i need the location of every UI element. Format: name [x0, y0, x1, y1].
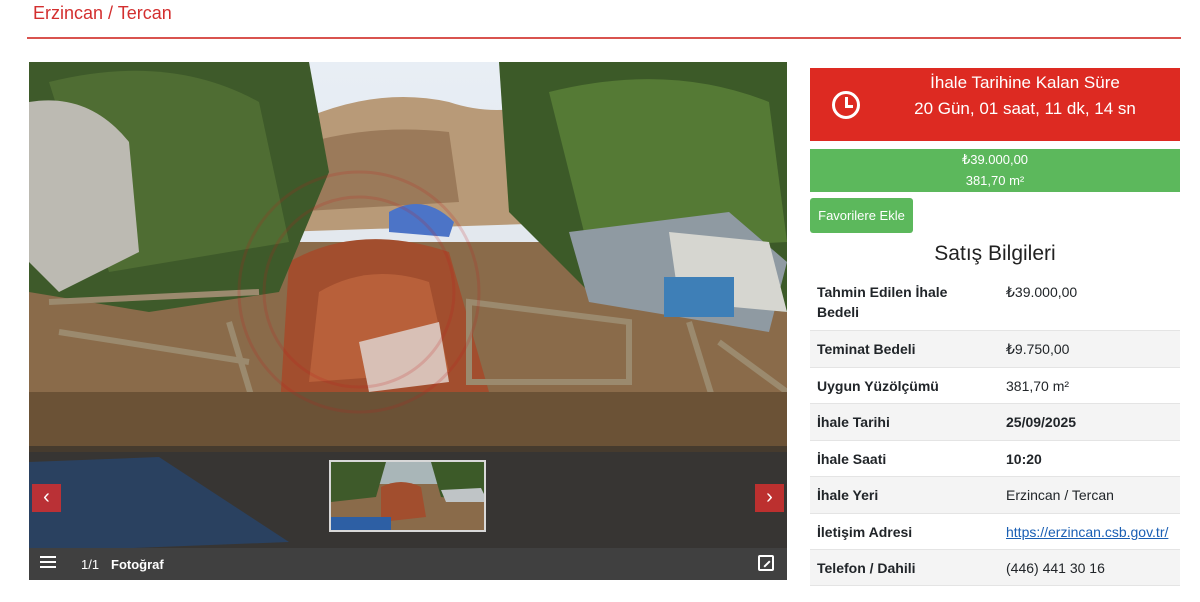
row-value: ₺39.000,00: [1006, 284, 1078, 300]
table-row: İhale Tarihi 25/09/2025: [810, 404, 1180, 441]
table-row: İletişim Adresi https://erzincan.csb.gov…: [810, 514, 1180, 550]
row-value: Erzincan / Tercan: [1006, 487, 1114, 503]
row-value: 10:20: [1006, 451, 1042, 467]
table-row: İhale Yeri Erzincan / Tercan: [810, 477, 1180, 514]
countdown-time: 20 Gün, 01 saat, 11 dk, 14 sn: [914, 99, 1136, 118]
row-value: 25/09/2025: [1006, 414, 1077, 430]
table-row: Telefon / Dahili (446) 441 30 16: [810, 550, 1180, 586]
page-title: Erzincan / Tercan: [33, 3, 172, 23]
photo-label: Fotoğraf: [111, 557, 164, 572]
photo-counter: 1/1: [81, 557, 100, 572]
row-key: Telefon / Dahili: [817, 560, 916, 576]
row-key: Teminat Bedeli: [817, 341, 916, 357]
chevron-left-icon[interactable]: ‹: [32, 484, 61, 512]
title-divider: [27, 37, 1181, 39]
row-key: Uygun Yüzölçümü: [817, 378, 939, 394]
row-key: Tahmin Edilen İhale Bedeli: [817, 284, 948, 320]
list-icon[interactable]: [40, 556, 56, 570]
clock-icon: [832, 91, 860, 119]
row-key: İhale Saati: [817, 451, 887, 467]
row-value: https://erzincan.csb.gov.tr/: [1006, 522, 1168, 542]
table-row: Tahmin Edilen İhale Bedeli ₺39.000,00: [810, 275, 1180, 331]
countdown-box: İhale Tarihine Kalan Süre 20 Gün, 01 saa…: [810, 68, 1180, 141]
thumbnail-image[interactable]: [329, 460, 486, 532]
chevron-right-icon[interactable]: ›: [755, 484, 784, 512]
table-row: Teminat Bedeli ₺9.750,00: [810, 331, 1180, 368]
price-amount: ₺39.000,00: [961, 152, 1029, 167]
fullscreen-icon[interactable]: [758, 555, 774, 571]
sale-info-title: Satış Bilgileri: [934, 242, 1056, 265]
row-value: 381,70 m²: [1006, 378, 1070, 394]
countdown-title: İhale Tarihine Kalan Süre: [930, 73, 1120, 92]
photo-gallery: ‹ › 1/1 Fotoğraf: [29, 62, 787, 580]
price-box: ₺39.000,00 381,70 m²: [810, 149, 1180, 192]
row-value: (446) 441 30 16: [1006, 560, 1105, 576]
price-area: 381,70 m²: [965, 173, 1025, 188]
table-row: İhale Saati 10:20: [810, 441, 1180, 477]
table-row: Uygun Yüzölçümü 381,70 m²: [810, 368, 1180, 404]
gallery-toolbar: 1/1 Fotoğraf: [29, 548, 787, 580]
row-key: İhale Yeri: [817, 487, 879, 503]
row-value: ₺9.750,00: [1006, 341, 1070, 357]
thumbnail-strip: [29, 446, 787, 548]
add-favorite-button[interactable]: Favorilere Ekle: [810, 198, 913, 233]
contact-link[interactable]: https://erzincan.csb.gov.tr/: [1006, 524, 1168, 540]
row-key: İletişim Adresi: [817, 524, 913, 540]
row-key: İhale Tarihi: [817, 414, 890, 430]
